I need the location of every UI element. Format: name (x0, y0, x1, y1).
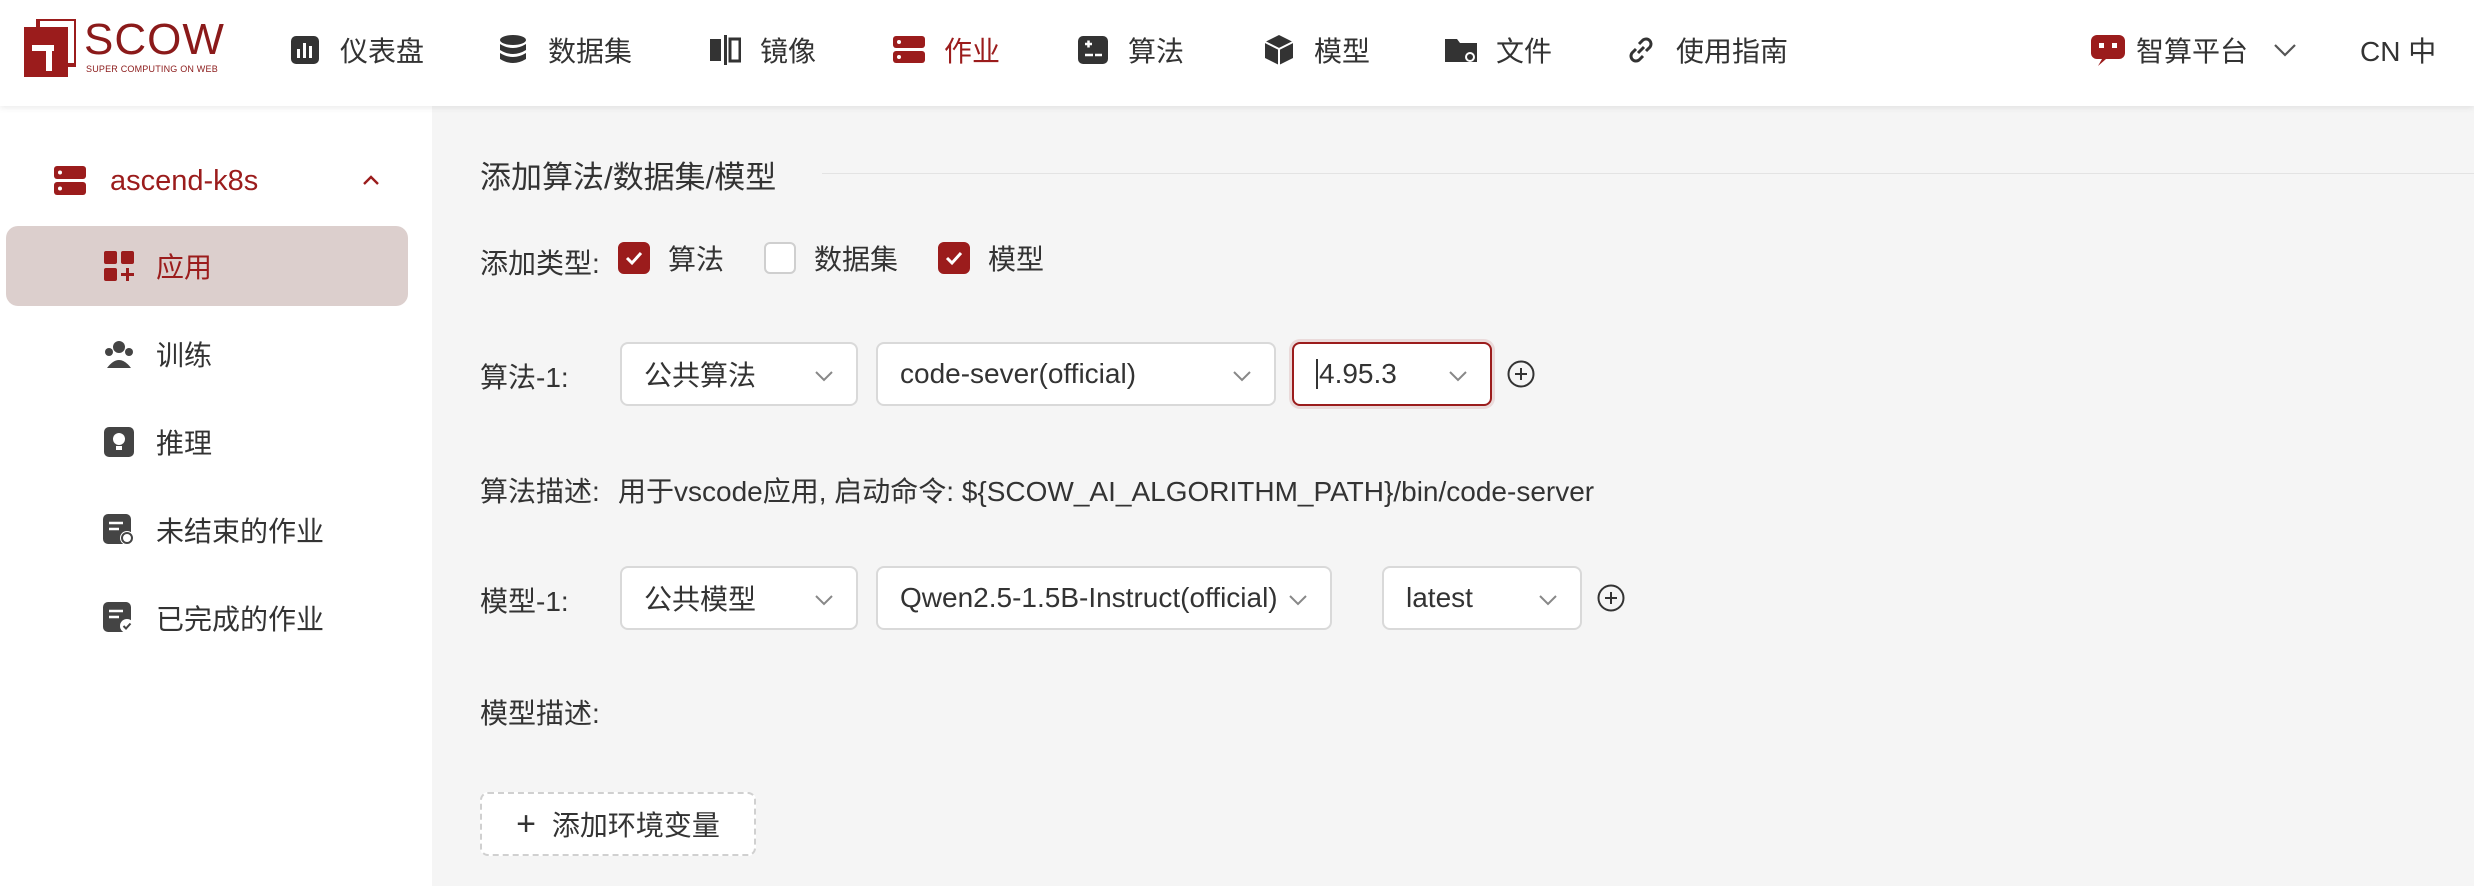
nav-label: 算法 (1128, 36, 1185, 67)
sidebar-item-label: 已完成的作业 (156, 604, 325, 635)
sidebar-item-training[interactable]: 训练 (6, 314, 408, 394)
nav-datasets[interactable]: 数据集 (496, 28, 632, 72)
nav-label: 使用指南 (1676, 36, 1789, 67)
algorithm-icon (1076, 33, 1110, 67)
checkbox-algorithm[interactable] (618, 242, 650, 274)
job-icon (892, 33, 926, 67)
checkbox-label: 模型 (988, 244, 1045, 275)
nav-jobs[interactable]: 作业 (892, 28, 1000, 72)
server-icon (54, 166, 86, 195)
algorithm-label: 算法-1: (480, 362, 569, 393)
add-env-label: 添加环境变量 (551, 810, 720, 841)
model-name-select[interactable]: Qwen2.5-1.5B-Instruct(official) (876, 566, 1332, 630)
nav-models[interactable]: 模型 (1262, 28, 1370, 72)
check-icon (945, 251, 963, 266)
sidebar-item-inference[interactable]: 推理 (6, 402, 408, 482)
image-icon (708, 33, 742, 67)
logo-subtitle: SUPER COMPUTING ON WEB (86, 64, 218, 74)
nav-files[interactable]: 文件 (1444, 28, 1552, 72)
select-value: 公共算法 (644, 360, 757, 391)
training-icon (102, 337, 136, 371)
add-type-checkboxes: 算法 数据集 模型 (618, 238, 1084, 278)
text-cursor (1316, 359, 1318, 389)
add-type-label: 添加类型: (480, 248, 600, 279)
sidebar-item-label: 未结束的作业 (156, 516, 325, 547)
chevron-down-icon (1289, 595, 1307, 606)
model-source-select[interactable]: 公共模型 (620, 566, 858, 630)
chevron-up-icon (363, 175, 379, 185)
nav-label: 文件 (1496, 36, 1553, 67)
top-header: SCOW SUPER COMPUTING ON WEB 仪表盘 数据集 镜像 作… (0, 0, 2474, 106)
add-algorithm-icon[interactable] (1506, 359, 1536, 389)
select-value: code-sever(official) (900, 358, 1137, 389)
nav-dashboard[interactable]: 仪表盘 (288, 28, 424, 72)
section-divider (822, 173, 2474, 174)
add-model-icon[interactable] (1596, 583, 1626, 613)
checkbox-label: 数据集 (814, 244, 899, 275)
chevron-down-icon (2274, 44, 2296, 57)
checkbox-dataset[interactable] (764, 242, 797, 274)
cluster-name: ascend-k8s (110, 164, 259, 197)
select-value: Qwen2.5-1.5B-Instruct(official) (900, 582, 1278, 613)
finished-jobs-icon (102, 601, 136, 635)
nav-label: 仪表盘 (340, 36, 425, 67)
nav-label: 模型 (1314, 36, 1371, 67)
sidebar: ascend-k8s 应用 训练 推理 未结束的作业 已完成的作业 (0, 106, 432, 886)
platform-label: 智算平台 (2136, 36, 2249, 67)
sidebar-item-label: 训练 (156, 340, 213, 371)
algorithm-desc-label: 算法描述: (480, 476, 600, 507)
select-value: 公共模型 (644, 584, 757, 615)
sidebar-item-apps[interactable]: 应用 (6, 226, 408, 306)
sidebar-item-finished-jobs[interactable]: 已完成的作业 (6, 578, 408, 658)
check-icon (625, 251, 643, 266)
nav-label: 数据集 (548, 36, 633, 67)
apps-icon (102, 249, 136, 283)
chevron-down-icon (1449, 371, 1467, 382)
chevron-down-icon (815, 371, 833, 382)
nav-images[interactable]: 镜像 (708, 28, 816, 72)
cluster-menu[interactable]: ascend-k8s (54, 156, 384, 206)
algorithm-desc-text: 用于vscode应用, 启动命令: ${SCOW_AI_ALGORITHM_PA… (618, 476, 1595, 507)
sidebar-item-running-jobs[interactable]: 未结束的作业 (6, 490, 408, 570)
add-env-variable-button[interactable]: + 添加环境变量 (480, 792, 756, 856)
database-icon (496, 33, 530, 67)
model-version-select[interactable]: latest (1382, 566, 1582, 630)
chevron-down-icon (1539, 595, 1557, 606)
nav-label: 镜像 (760, 36, 817, 67)
section-title: 添加算法/数据集/模型 (480, 160, 777, 195)
sidebar-item-label: 应用 (156, 252, 213, 283)
model-desc-label: 模型描述: (480, 698, 600, 729)
platform-switcher[interactable]: 智算平台 (2090, 28, 2298, 72)
inference-icon (102, 425, 136, 459)
checkbox-model[interactable] (938, 242, 971, 274)
nav-label: 作业 (944, 36, 1001, 67)
nav-guide[interactable]: 使用指南 (1624, 28, 1788, 72)
model-label: 模型-1: (480, 586, 569, 617)
sidebar-item-label: 推理 (156, 428, 213, 459)
logo-title: SCOW (84, 15, 225, 64)
algorithm-source-select[interactable]: 公共算法 (620, 342, 858, 406)
model-icon (1262, 33, 1296, 67)
checkbox-label: 算法 (668, 244, 725, 275)
nav-algorithms[interactable]: 算法 (1076, 28, 1184, 72)
select-value: 4.95.3 (1319, 358, 1397, 389)
scow-logo-mark-icon (24, 19, 76, 77)
plus-icon: + (516, 805, 536, 843)
scow-logo[interactable]: SCOW SUPER COMPUTING ON WEB (24, 15, 225, 85)
select-value: latest (1406, 582, 1473, 613)
algorithm-name-select[interactable]: code-sever(official) (876, 342, 1276, 406)
link-icon (1624, 33, 1658, 67)
main-content: 添加算法/数据集/模型 添加类型: 算法 数据集 模型 算法-1: 公共算法 c… (432, 106, 2474, 886)
chevron-down-icon (815, 595, 833, 606)
algorithm-version-select[interactable]: 4.95.3 (1292, 342, 1492, 406)
running-jobs-icon (102, 513, 136, 547)
dashboard-icon (288, 33, 322, 67)
chevron-down-icon (1233, 371, 1251, 382)
robot-icon (2091, 35, 2125, 66)
folder-icon (1444, 33, 1478, 67)
language-switcher[interactable]: CN 中 (2360, 28, 2436, 72)
